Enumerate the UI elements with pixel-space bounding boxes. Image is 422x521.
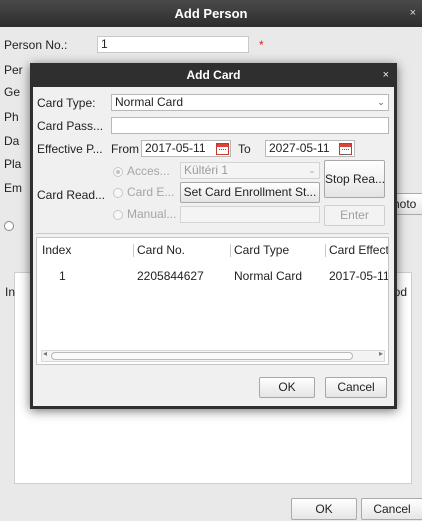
place-label-fragment: Pla	[4, 157, 22, 171]
access-controller-select[interactable]: Kültéri 1 ⌄	[180, 162, 320, 179]
column-header-card-no[interactable]: Card No.	[137, 243, 185, 257]
access-controller-value: Kültéri 1	[184, 163, 229, 177]
person-no-label: Person No.:	[4, 38, 68, 52]
calendar-icon[interactable]	[216, 143, 229, 155]
row-card-no: 2205844627	[137, 269, 204, 283]
cancel-button[interactable]: Cancel	[361, 498, 422, 520]
card-type-label: Card Type:	[37, 96, 96, 110]
manual-card-input[interactable]	[180, 206, 320, 223]
gender-label-fragment: Ge	[4, 85, 21, 99]
date-label-fragment: Da	[4, 134, 20, 148]
to-label: To	[238, 142, 251, 156]
person-name-label-fragment: Per	[4, 63, 23, 77]
table-row[interactable]: 1 2205844627 Normal Card 2017-05-11 (	[37, 264, 388, 286]
row-index: 1	[59, 269, 66, 283]
set-card-enrollment-button[interactable]: Set Card Enrollment St...	[180, 182, 320, 203]
row-card-type: Normal Card	[234, 269, 303, 283]
access-controller-label: Acces...	[127, 164, 170, 178]
card-enrollment-radio[interactable]	[113, 188, 123, 198]
column-separator	[325, 244, 326, 257]
from-label: From	[111, 142, 139, 156]
card-table: Index Card No. Card Type Card Effectiv 1…	[36, 237, 389, 365]
column-header-index[interactable]: Index	[42, 243, 71, 257]
dialog-ok-button[interactable]: OK	[259, 377, 315, 398]
section-divider	[36, 233, 389, 234]
horizontal-scrollbar[interactable]: ◂ ▸	[41, 349, 385, 362]
ok-button[interactable]: OK	[291, 498, 357, 520]
row-card-effective: 2017-05-11 (	[329, 269, 389, 283]
card-enrollment-label: Card E...	[127, 185, 175, 199]
email-label-fragment: Em	[4, 181, 22, 195]
required-mark: *	[259, 38, 264, 52]
add-card-body: Card Type: Normal Card ⌄ Card Pass... Ef…	[33, 87, 394, 406]
calendar-icon[interactable]	[339, 143, 352, 155]
to-date-value: 2027-05-11	[269, 141, 330, 155]
column-separator	[230, 244, 231, 257]
column-header-card-type[interactable]: Card Type	[234, 243, 289, 257]
person-no-input[interactable]: 1	[97, 36, 249, 53]
dialog-close-icon[interactable]: ×	[383, 63, 389, 87]
add-person-titlebar: Add Person	[0, 0, 422, 27]
manual-input-radio[interactable]	[113, 210, 123, 220]
to-date-input[interactable]: 2027-05-11	[265, 140, 355, 157]
close-icon[interactable]: ×	[410, 0, 416, 27]
card-reader-label: Card Read...	[37, 188, 106, 202]
card-type-select[interactable]: Normal Card ⌄	[111, 94, 389, 111]
access-controller-radio[interactable]	[113, 167, 123, 177]
chevron-down-icon: ⌄	[308, 165, 316, 175]
manual-input-label: Manual...	[127, 207, 177, 221]
card-password-input[interactable]	[111, 117, 389, 134]
column-separator	[133, 244, 134, 257]
enter-button[interactable]: Enter	[324, 205, 385, 226]
settings-icon[interactable]	[4, 221, 14, 231]
scroll-right-icon[interactable]: ▸	[379, 349, 383, 358]
stop-reading-button[interactable]: Stop Rea...	[324, 160, 385, 198]
from-date-value: 2017-05-11	[145, 141, 206, 155]
column-header-card-effective[interactable]: Card Effectiv	[329, 243, 388, 257]
card-password-label: Card Pass...	[37, 119, 104, 133]
add-card-dialog: Add Card × Card Type: Normal Card ⌄ Card…	[30, 63, 397, 409]
effective-period-label: Effective P...	[37, 142, 103, 156]
dialog-cancel-button[interactable]: Cancel	[325, 377, 387, 398]
outer-table-header-index-fragment: In	[5, 285, 16, 299]
from-date-input[interactable]: 2017-05-11	[141, 140, 231, 157]
dialog-title: Add Card	[186, 68, 241, 82]
phone-label-fragment: Ph	[4, 110, 19, 124]
scroll-left-icon[interactable]: ◂	[43, 349, 47, 358]
scrollbar-thumb[interactable]	[51, 352, 353, 360]
chevron-down-icon: ⌄	[377, 97, 385, 107]
window-title: Add Person	[174, 6, 248, 21]
card-type-value: Normal Card	[115, 95, 184, 109]
